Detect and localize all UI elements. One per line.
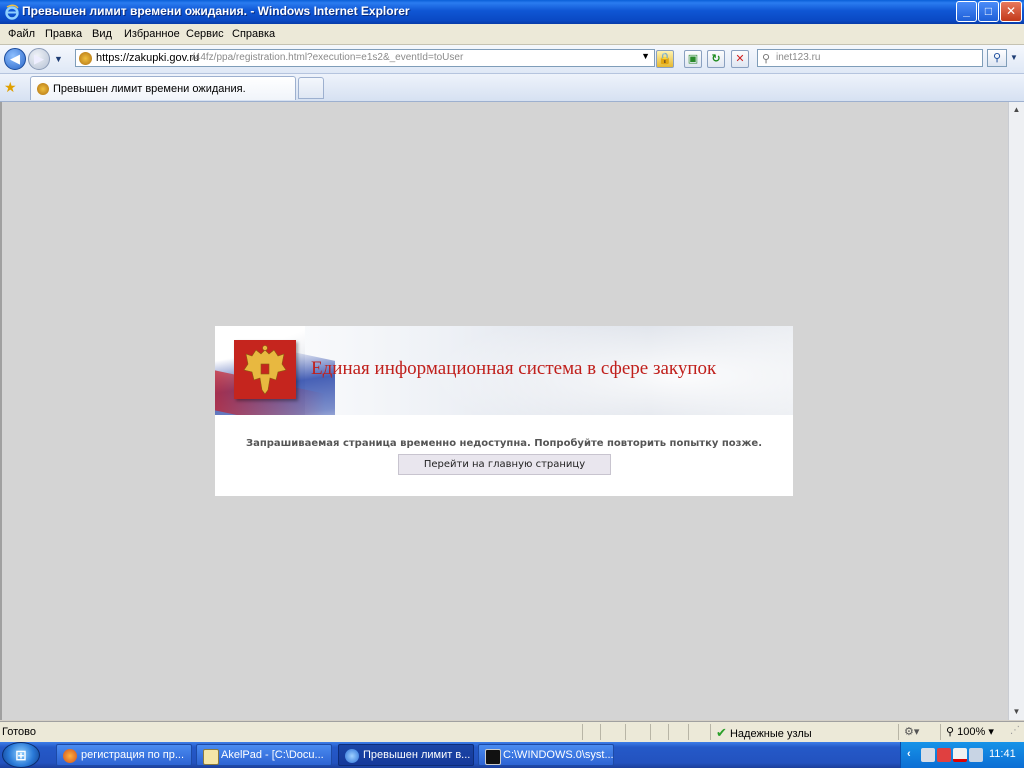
navigation-bar: ◀ ▶ ▼ https://zakupki.gov.ru /44fz/ppa/r… (0, 45, 1024, 74)
clock[interactable]: 11:41 (989, 748, 1016, 760)
system-tray: ‹ 11:41 (900, 742, 1024, 768)
minimize-button[interactable]: _ (956, 1, 977, 22)
scroll-down-icon[interactable]: ▼ (1009, 704, 1024, 720)
scroll-up-icon[interactable]: ▲ (1009, 102, 1024, 118)
console-icon (485, 749, 501, 765)
address-bar[interactable]: https://zakupki.gov.ru /44fz/ppa/registr… (75, 49, 655, 67)
window-title: Превышен лимит времени ожидания. - Windo… (22, 4, 410, 18)
network-icon[interactable] (921, 748, 935, 762)
menu-tools[interactable]: Сервис (186, 28, 224, 40)
status-bar: Готово ✔ Надежные узлы ⚙▾ ⚲ 100% ▾ ⋰ (0, 721, 1024, 742)
error-panel: Единая информационная система в сфере за… (215, 326, 793, 496)
windows-logo-icon: ⊞ (15, 747, 27, 763)
ie-icon (345, 749, 359, 763)
taskbar-item-ie[interactable]: Превышен лимит в... (338, 744, 474, 766)
search-button[interactable]: ⚲ (987, 49, 1007, 67)
notepad-icon (203, 749, 219, 765)
taskbar-item-firefox[interactable]: регистрация по пр... (56, 744, 192, 766)
ie-logo-icon (5, 4, 19, 20)
security-zone[interactable]: ✔ Надежные узлы (716, 725, 812, 741)
language-flag-icon[interactable] (953, 748, 967, 762)
tab-favicon-icon (37, 83, 49, 95)
site-favicon-icon (79, 52, 92, 65)
vertical-scrollbar[interactable]: ▲ ▼ (1008, 102, 1024, 720)
antivirus-icon[interactable] (937, 748, 951, 762)
lock-icon[interactable]: 🔒 (656, 50, 674, 68)
zoom-level[interactable]: ⚲ 100% ▾ (946, 725, 994, 738)
menu-file[interactable]: Файл (8, 28, 35, 40)
tab-current[interactable]: Превышен лимит времени ожидания. (30, 76, 296, 100)
taskbar-item-cmd[interactable]: C:\WINDOWS.0\syst... (478, 744, 614, 766)
menu-edit[interactable]: Правка (45, 28, 82, 40)
zoom-magnifier-icon: ⚲ (946, 726, 955, 738)
resize-grip-icon[interactable]: ⋰ (1010, 725, 1020, 736)
maximize-button[interactable]: □ (978, 1, 999, 22)
stop-icon[interactable]: ✕ (731, 50, 749, 68)
volume-icon[interactable] (969, 748, 983, 762)
taskbar-item-akelpad[interactable]: AkelPad - [C:\Docu... (196, 744, 332, 766)
menu-view[interactable]: Вид (92, 28, 112, 40)
tab-label: Превышен лимит времени ожидания. (53, 83, 246, 95)
menu-bar: Файл Правка Вид Избранное Сервис Справка (0, 24, 1024, 45)
url-host: https://zakupki.gov.ru (96, 52, 200, 64)
favorites-star-icon[interactable]: ★ (4, 79, 17, 96)
arrow-right-icon: ▶ (34, 51, 44, 66)
new-tab-button[interactable] (298, 77, 324, 99)
error-message: Запрашиваемая страница временно недоступ… (245, 438, 762, 449)
taskbar: ⊞ регистрация по пр... AkelPad - [C:\Doc… (0, 742, 1024, 768)
protected-mode-icon[interactable]: ⚙▾ (904, 725, 919, 738)
search-input[interactable]: ⚲ inet123.ru (757, 49, 983, 67)
site-banner: Единая информационная система в сфере за… (215, 326, 793, 415)
magnifier-icon: ⚲ (992, 52, 1002, 64)
title-bar: Превышен лимит времени ожидания. - Windo… (0, 0, 1024, 24)
menu-favorites[interactable]: Избранное (124, 28, 180, 40)
firefox-icon (63, 749, 77, 763)
search-placeholder: inet123.ru (776, 52, 821, 63)
page-content: Единая информационная система в сфере за… (0, 102, 1008, 720)
checkmark-icon: ✔ (716, 725, 727, 740)
site-heading: Единая информационная система в сфере за… (311, 358, 717, 379)
recent-pages-dropdown-icon[interactable]: ▼ (54, 54, 63, 64)
address-dropdown-icon[interactable]: ▼ (641, 51, 650, 61)
tray-expand-icon[interactable]: ‹ (907, 748, 911, 760)
search-options-dropdown-icon[interactable]: ▼ (1008, 49, 1020, 67)
forward-button[interactable]: ▶ (28, 48, 50, 70)
close-button[interactable]: ✕ (1000, 1, 1022, 22)
go-home-button[interactable]: Перейти на главную страницу (398, 454, 611, 475)
url-path: /44fz/ppa/registration.html?execution=e1… (192, 52, 464, 63)
menu-help[interactable]: Справка (232, 28, 275, 40)
arrow-left-icon: ◀ (10, 51, 20, 66)
refresh-icon[interactable]: ↻ (707, 50, 725, 68)
compatibility-view-icon[interactable]: ▣ (684, 50, 702, 68)
tab-bar: ★ Превышен лимит времени ожидания. (0, 74, 1024, 102)
back-button[interactable]: ◀ (4, 48, 26, 70)
start-button[interactable]: ⊞ (2, 742, 40, 768)
status-text: Готово (2, 726, 36, 738)
search-small-icon: ⚲ (762, 53, 771, 65)
coat-of-arms-icon (234, 340, 296, 399)
